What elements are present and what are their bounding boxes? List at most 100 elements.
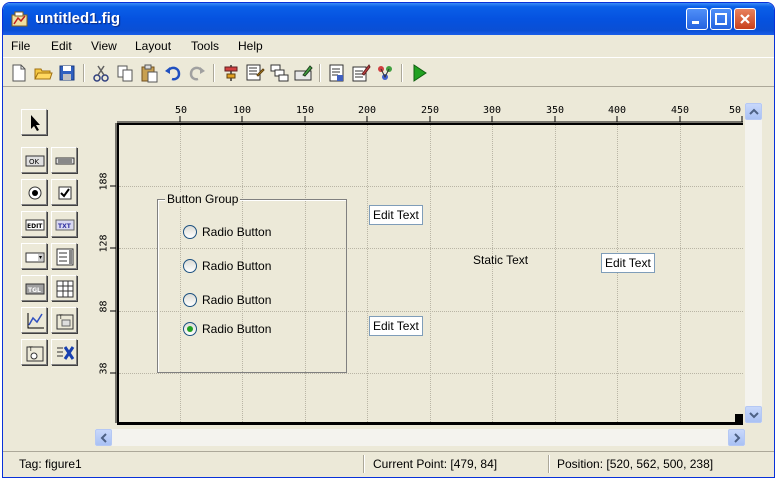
status-divider: [548, 455, 550, 473]
align-objects-icon[interactable]: [221, 63, 241, 83]
menu-editor-icon[interactable]: [245, 63, 265, 83]
property-inspector-icon[interactable]: [351, 63, 371, 83]
radio-label: Radio Button: [202, 322, 272, 336]
ruler-label: 300: [483, 105, 502, 116]
horizontal-scrollbar[interactable]: [95, 429, 745, 446]
undo-icon[interactable]: [163, 63, 183, 83]
radio-circle: [183, 259, 197, 273]
ruler-label: 100: [233, 105, 252, 116]
slider-tool[interactable]: [51, 147, 77, 173]
static-text-tool[interactable]: TXT: [51, 211, 77, 237]
activex-icon: [57, 346, 75, 360]
menu-view[interactable]: View: [91, 39, 117, 53]
menu-tools[interactable]: Tools: [191, 39, 219, 53]
guide-window: untitled1.fig File Edit View Layout Tool…: [2, 2, 775, 478]
edit-text-2[interactable]: Edit Text: [369, 316, 423, 336]
grid-line: [617, 125, 618, 422]
scroll-down-button[interactable]: [745, 406, 762, 423]
toolbar-separator: [401, 64, 403, 82]
grid-line: [367, 125, 368, 422]
axes-tool[interactable]: [21, 307, 47, 333]
svg-text:OK: OK: [29, 158, 40, 166]
close-button[interactable]: [734, 8, 756, 30]
grid-line: [555, 125, 556, 422]
menu-file[interactable]: File: [11, 39, 30, 53]
menu-help[interactable]: Help: [238, 39, 263, 53]
static-text[interactable]: Static Text: [473, 253, 528, 267]
ruler-label: 350: [546, 105, 565, 116]
ruler-label: 150: [296, 105, 315, 116]
status-current-point: Current Point: [479, 84]: [373, 457, 498, 471]
menu-bar: File Edit View Layout Tools Help: [3, 35, 774, 57]
top-ruler: 50 100 150 200 250 300 350 400 450 50: [117, 103, 743, 123]
toolbar-editor-icon[interactable]: [293, 63, 313, 83]
svg-text:TGL: TGL: [28, 287, 41, 294]
copy-icon[interactable]: [115, 63, 135, 83]
ruler-label: 250: [421, 105, 440, 116]
ruler-label: 128: [98, 234, 110, 253]
cut-icon[interactable]: [91, 63, 111, 83]
canvas-resize-handle[interactable]: [735, 414, 743, 422]
edit-text-3[interactable]: Edit Text: [601, 253, 655, 273]
radio-button-1[interactable]: Radio Button: [183, 225, 271, 239]
listbox-tool[interactable]: [51, 243, 77, 269]
radio-button-4[interactable]: Radio Button: [183, 322, 271, 336]
grid-line: [680, 125, 681, 422]
m-file-editor-icon[interactable]: [327, 63, 347, 83]
grid-line: [119, 186, 743, 187]
ruler-label: 200: [358, 105, 377, 116]
scroll-left-button[interactable]: [95, 429, 112, 446]
vertical-scrollbar[interactable]: [745, 103, 762, 423]
button-group-title: Button Group: [165, 192, 241, 206]
maximize-button[interactable]: [710, 8, 732, 30]
radio-button-2[interactable]: Radio Button: [183, 259, 271, 273]
radio-button-3[interactable]: Radio Button: [183, 293, 271, 307]
ruler-label: 38: [98, 362, 110, 375]
layout-canvas[interactable]: Button Group Radio Button Radio Button R…: [117, 123, 743, 425]
push-button-tool[interactable]: OK: [21, 147, 47, 173]
button-group-tool[interactable]: T: [21, 339, 47, 365]
popup-menu-icon: [25, 252, 45, 263]
chevron-up-icon: [749, 108, 759, 115]
figure-app-icon: [11, 11, 28, 27]
slider-icon: [55, 157, 75, 165]
edit-text-1[interactable]: Edit Text: [369, 205, 423, 225]
minimize-button[interactable]: [686, 8, 708, 30]
scroll-up-button[interactable]: [745, 103, 762, 120]
title-bar[interactable]: untitled1.fig: [3, 3, 774, 35]
run-icon[interactable]: [409, 63, 429, 83]
ruler-label: 50: [175, 105, 188, 116]
static-text-icon: TXT: [55, 219, 75, 231]
radio-label: Radio Button: [202, 259, 272, 273]
checkbox-tool[interactable]: [51, 179, 77, 205]
toggle-button-tool[interactable]: TGL: [21, 275, 47, 301]
edit-text-tool[interactable]: EDIT: [21, 211, 47, 237]
radio-circle: [183, 225, 197, 239]
scroll-right-button[interactable]: [728, 429, 745, 446]
svg-text:EDIT: EDIT: [27, 223, 43, 230]
select-tool-button[interactable]: [21, 109, 47, 135]
new-file-icon[interactable]: [9, 63, 29, 83]
listbox-icon: [56, 248, 74, 266]
chevron-down-icon: [749, 412, 759, 419]
popup-menu-tool[interactable]: [21, 243, 47, 269]
push-button-icon: OK: [25, 155, 45, 167]
panel-tool[interactable]: T: [51, 307, 77, 333]
activex-tool[interactable]: [51, 339, 77, 365]
menu-layout[interactable]: Layout: [135, 39, 171, 53]
save-icon[interactable]: [57, 63, 77, 83]
window-title: untitled1.fig: [35, 10, 120, 27]
ruler-label: 50: [729, 105, 742, 116]
menu-edit[interactable]: Edit: [51, 39, 72, 53]
select-arrow-icon: [31, 115, 40, 131]
left-ruler: 188 128 88 38: [97, 123, 117, 423]
redo-icon[interactable]: [187, 63, 207, 83]
open-folder-icon[interactable]: [33, 63, 53, 83]
paste-icon[interactable]: [139, 63, 159, 83]
toolbar-separator: [83, 64, 85, 82]
tab-order-icon[interactable]: [269, 63, 289, 83]
toggle-button-icon: TGL: [25, 283, 45, 295]
table-tool[interactable]: [51, 275, 77, 301]
radio-button-tool[interactable]: [21, 179, 47, 205]
object-browser-icon[interactable]: [375, 63, 395, 83]
